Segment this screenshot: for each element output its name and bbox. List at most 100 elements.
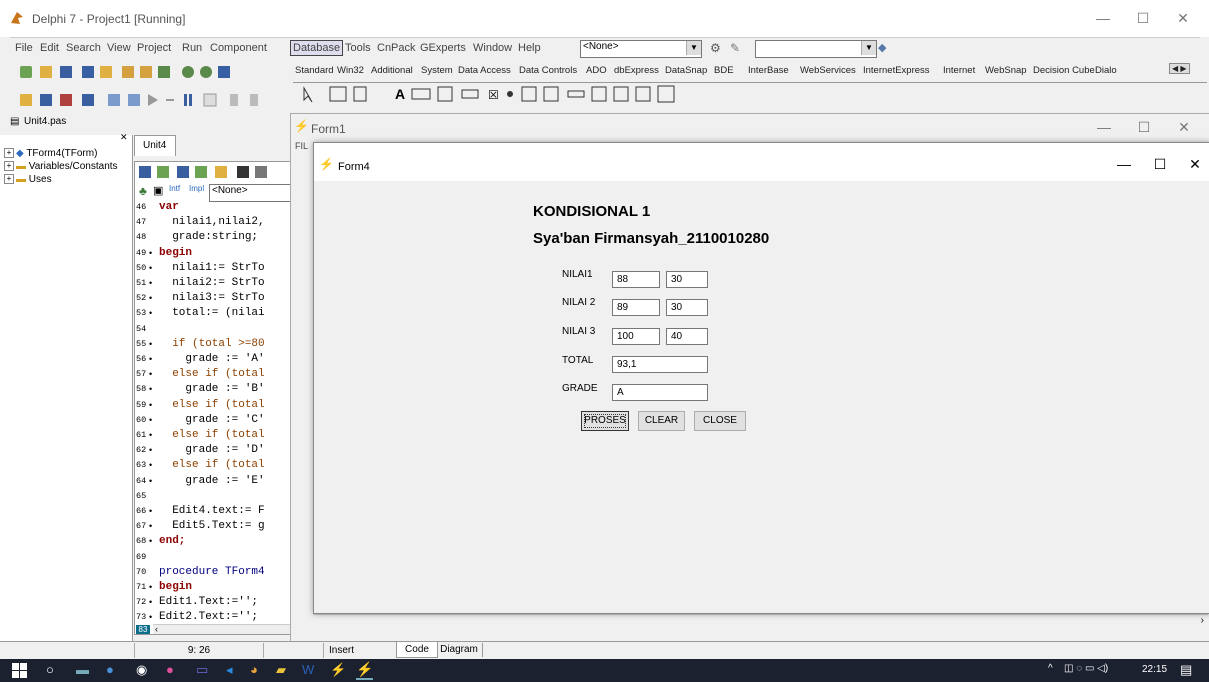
- cnpack-icon[interactable]: ◆: [878, 41, 886, 54]
- grade-output[interactable]: A: [612, 384, 708, 401]
- code-line[interactable]: else if (total: [159, 399, 264, 411]
- horizontal-scrollbar[interactable]: ‹: [153, 624, 313, 634]
- vscode-icon[interactable]: ◂: [226, 662, 233, 678]
- code-line[interactable]: if (total >=80: [159, 338, 264, 350]
- tab-websnap[interactable]: WebSnap: [985, 65, 1027, 76]
- tab-interbase[interactable]: InterBase: [748, 65, 789, 76]
- close-form-button[interactable]: CLOSE: [694, 411, 746, 431]
- menu-gexperts[interactable]: GExperts: [420, 42, 466, 54]
- code-line[interactable]: procedure TForm4: [159, 566, 265, 578]
- tab-dialogs[interactable]: Dialo: [1095, 65, 1117, 76]
- tray-icons[interactable]: ◫ ◌ ▭ ◁): [1064, 663, 1108, 674]
- chrome-icon[interactable]: ◕: [250, 662, 258, 677]
- expand-icon[interactable]: +: [4, 161, 14, 172]
- nilai1-input[interactable]: 88: [612, 271, 660, 288]
- clock[interactable]: 22:15: [1142, 664, 1167, 675]
- code-line[interactable]: Edit1.Text:='';: [159, 596, 258, 608]
- form4-minimize-button[interactable]: —: [1109, 154, 1139, 174]
- app-icon[interactable]: ●: [166, 662, 174, 677]
- tab-data-access[interactable]: Data Access: [458, 65, 511, 76]
- notification-icon[interactable]: ▤: [1180, 662, 1192, 678]
- total-output[interactable]: 93,1: [612, 356, 708, 373]
- tree-item-tform4[interactable]: + ◆ TForm4(TForm): [4, 148, 97, 159]
- scroll-right-icon[interactable]: ›: [1201, 615, 1204, 626]
- tree-item-uses[interactable]: + ▬ Uses: [4, 174, 52, 185]
- intf-icon[interactable]: Intf: [169, 184, 180, 193]
- menu-tools[interactable]: Tools: [345, 42, 371, 54]
- menu-project[interactable]: Project: [137, 42, 171, 54]
- menu-database[interactable]: Database: [290, 40, 344, 56]
- tab-win32[interactable]: Win32: [337, 65, 364, 76]
- code-line[interactable]: grade := 'A': [159, 353, 264, 365]
- tab-ado[interactable]: ADO: [586, 65, 607, 76]
- palette-scroll-buttons[interactable]: ◀ ▶: [1169, 63, 1190, 74]
- tab-webservices[interactable]: WebServices: [800, 65, 856, 76]
- form1-maximize-button[interactable]: ☐: [1129, 117, 1159, 137]
- close-button[interactable]: ✕: [1168, 8, 1198, 28]
- code-line[interactable]: grade := 'C': [159, 414, 264, 426]
- tab-code[interactable]: Code: [396, 642, 438, 658]
- tab-diagram[interactable]: Diagram: [436, 643, 483, 657]
- nilai2-weight-input[interactable]: 30: [666, 299, 708, 316]
- code-line[interactable]: grade:string;: [159, 231, 258, 243]
- search-combo[interactable]: ▼: [755, 40, 877, 58]
- code-line[interactable]: grade := 'D': [159, 444, 264, 456]
- code-line[interactable]: else if (total: [159, 429, 264, 441]
- media-icon[interactable]: ◉: [136, 662, 147, 678]
- tab-internetexpress[interactable]: InternetExpress: [863, 65, 930, 76]
- keyboard-icon[interactable]: ▭: [196, 662, 208, 678]
- windows-start-icon[interactable]: [12, 663, 27, 678]
- expand-icon[interactable]: +: [4, 148, 14, 159]
- tray-chevron-icon[interactable]: ^: [1048, 663, 1053, 674]
- search-icon[interactable]: ○: [46, 662, 54, 677]
- menu-component[interactable]: Component: [210, 42, 267, 54]
- code-line[interactable]: nilai1:= StrTo: [159, 262, 264, 274]
- tree-item-variables[interactable]: + ▬ Variables/Constants: [4, 161, 118, 172]
- code-line[interactable]: Edit4.text:= F: [159, 505, 264, 517]
- tab-standard[interactable]: Standard: [295, 65, 334, 76]
- tab-decision-cube[interactable]: Decision Cube: [1033, 65, 1095, 76]
- scroll-left-icon[interactable]: ‹: [155, 624, 158, 634]
- form4-maximize-button[interactable]: ☐: [1145, 154, 1175, 174]
- maximize-button[interactable]: ☐: [1128, 8, 1158, 28]
- nilai3-weight-input[interactable]: 40: [666, 328, 708, 345]
- clear-button[interactable]: CLEAR: [638, 411, 685, 431]
- tab-dbexpress[interactable]: dbExpress: [614, 65, 659, 76]
- tab-data-controls[interactable]: Data Controls: [519, 65, 577, 76]
- code-line[interactable]: nilai2:= StrTo: [159, 277, 264, 289]
- menu-file[interactable]: File: [15, 42, 33, 54]
- tab-internet[interactable]: Internet: [943, 65, 975, 76]
- form1-close-button[interactable]: ✕: [1169, 117, 1199, 137]
- code-line[interactable]: grade := 'B': [159, 383, 264, 395]
- code-line[interactable]: total:= (nilai: [159, 307, 264, 319]
- nav-back-icon[interactable]: ♣: [139, 184, 147, 198]
- nav-forward-icon[interactable]: ▣: [153, 184, 163, 197]
- menu-cnpack[interactable]: CnPack: [377, 42, 416, 54]
- code-line[interactable]: var: [159, 201, 179, 213]
- form4-close-button[interactable]: ✕: [1180, 154, 1209, 174]
- menu-help[interactable]: Help: [518, 42, 541, 54]
- desktop-save-icon[interactable]: ⚙: [710, 41, 721, 55]
- delphi-running-icon[interactable]: ⚡: [356, 661, 374, 680]
- menu-edit[interactable]: Edit: [40, 42, 59, 54]
- menu-view[interactable]: View: [107, 42, 131, 54]
- code-line[interactable]: nilai1,nilai2,: [159, 216, 264, 228]
- desktop-debug-icon[interactable]: ✎: [730, 41, 740, 55]
- code-line[interactable]: begin: [159, 581, 192, 593]
- word-icon[interactable]: W: [302, 662, 314, 677]
- desktop-combo[interactable]: <None> ▼: [580, 40, 702, 58]
- nilai3-input[interactable]: 100: [612, 328, 660, 345]
- code-line[interactable]: grade := 'E': [159, 475, 264, 487]
- menu-run[interactable]: Run: [182, 42, 202, 54]
- form1-minimize-button[interactable]: —: [1089, 117, 1119, 137]
- editor-tab-unit4[interactable]: Unit4: [134, 135, 176, 156]
- form1-scrollbar[interactable]: ›: [313, 614, 1208, 629]
- zoom-icon[interactable]: ●: [106, 662, 114, 677]
- explorer-icon[interactable]: ▰: [276, 662, 286, 678]
- code-line[interactable]: else if (total: [159, 459, 264, 471]
- impl-icon[interactable]: Impl: [189, 184, 204, 193]
- task-view-icon[interactable]: ▬: [76, 662, 89, 677]
- expand-icon[interactable]: +: [4, 174, 14, 185]
- form4-window[interactable]: ⚡ Form4 — ☐ ✕ KONDISIONAL 1 Sya'ban Firm…: [313, 142, 1209, 614]
- menu-search[interactable]: Search: [66, 42, 101, 54]
